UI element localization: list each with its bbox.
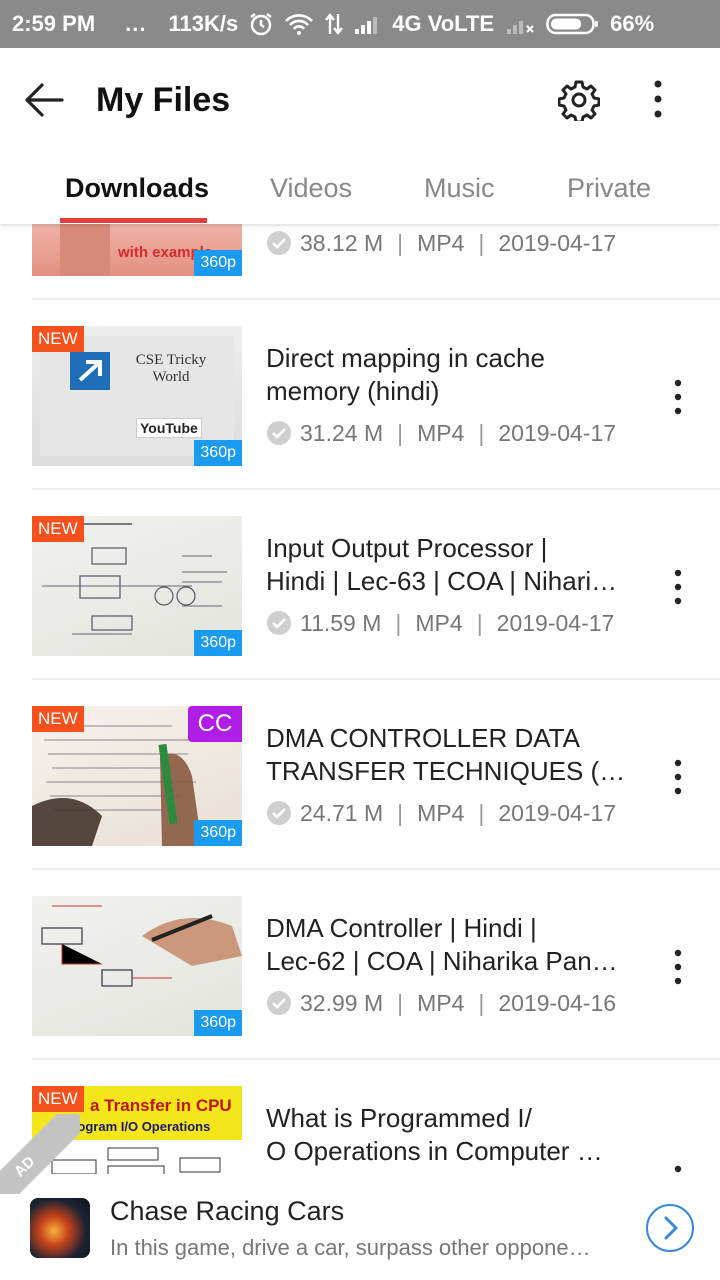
ad-title: Chase Racing Cars [110, 1196, 345, 1226]
file-meta: 24.71 M | MP4 | 2019-04-17 [266, 798, 616, 828]
list-item[interactable]: CSE Tricky World YouTube NEW 360p Direct… [0, 300, 720, 490]
more-vertical-icon [654, 80, 662, 118]
file-format: MP4 [417, 990, 465, 1016]
new-badge: NEW [32, 1086, 84, 1112]
resolution-badge: 360p [194, 250, 242, 276]
video-title: What is Programmed I/ O Operations in Co… [266, 1103, 603, 1166]
back-button[interactable] [20, 78, 68, 122]
more-options-button[interactable] [640, 76, 676, 122]
alarm-icon [248, 11, 274, 37]
gear-icon [558, 80, 600, 121]
file-format: MP4 [417, 800, 465, 826]
ad-banner[interactable]: AD Chase Racing Cars In this game, drive… [0, 1114, 720, 1280]
signal-off-icon [506, 13, 536, 35]
file-date: 2019-04-17 [498, 230, 617, 256]
signal-icon [354, 13, 382, 35]
thumbnail-sub: YouTube [136, 418, 202, 438]
new-badge: NEW [32, 516, 84, 542]
new-badge: NEW [32, 706, 84, 732]
tab-downloads[interactable]: Downloads [65, 170, 209, 206]
status-battery: 66% [610, 11, 655, 36]
video-thumbnail: NEW 360p [32, 516, 242, 656]
resolution-badge: 360p [194, 1010, 242, 1036]
video-title: Input Output Processor | Hindi | Lec-63 … [266, 533, 618, 596]
check-circle-icon [267, 611, 291, 635]
item-more-button[interactable] [662, 754, 694, 800]
more-vertical-icon [674, 759, 682, 795]
tab-music[interactable]: Music [424, 170, 495, 206]
ad-app-icon [30, 1198, 90, 1258]
file-date: 2019-04-17 [498, 420, 617, 446]
more-vertical-icon [674, 949, 682, 985]
video-thumbnail: with example 360p [32, 224, 242, 276]
file-format: MP4 [417, 230, 465, 256]
item-more-button[interactable] [662, 1160, 694, 1174]
check-circle-icon [267, 231, 291, 255]
status-network: 4G VoLTE [392, 11, 495, 36]
chevron-right-icon [664, 1216, 678, 1240]
more-vertical-icon [674, 1165, 682, 1173]
thumbnail-caption: a Transfer in CPU [90, 1096, 232, 1115]
cc-badge: CC [188, 706, 242, 742]
status-net-speed: 113K/s [168, 11, 239, 36]
resolution-badge: 360p [194, 630, 242, 656]
wifi-icon [284, 12, 314, 36]
item-more-button[interactable] [662, 374, 694, 420]
new-badge: NEW [32, 326, 84, 352]
ad-open-button[interactable] [646, 1204, 694, 1252]
arrow-left-icon [25, 83, 64, 117]
file-size: 31.24 M [300, 420, 384, 446]
list-item[interactable]: with example 360p 38.12 M | MP4 | 2019-0… [0, 224, 720, 300]
check-circle-icon [267, 421, 291, 445]
list-item[interactable]: a Transfer in CPU Program I/O Operations… [0, 1060, 720, 1174]
data-transfer-icon [324, 12, 344, 36]
list-item[interactable]: 360p DMA Controller | Hindi | Lec-62 | C… [0, 870, 720, 1060]
resolution-badge: 360p [194, 440, 242, 466]
item-more-button[interactable] [662, 944, 694, 990]
tab-indicator [60, 218, 207, 223]
file-format: MP4 [417, 420, 465, 446]
video-title: DMA CONTROLLER DATA TRANSFER TECHNIQUES … [266, 723, 626, 786]
file-date: 2019-04-16 [498, 990, 617, 1016]
file-date: 2019-04-17 [498, 800, 617, 826]
file-meta: 31.24 M | MP4 | 2019-04-17 [266, 418, 616, 448]
file-size: 24.71 M [300, 800, 384, 826]
status-dots: ... [125, 11, 147, 36]
video-title: Direct mapping in cache memory (hindi) [266, 343, 545, 406]
status-time: 2:59 PM [12, 11, 96, 36]
status-bar: 2:59 PM ... 113K/s 4G VoLTE 66% [0, 0, 720, 48]
battery-icon [546, 12, 600, 36]
file-meta: 38.12 M | MP4 | 2019-04-17 [266, 228, 616, 258]
more-vertical-icon [674, 569, 682, 605]
check-circle-icon [267, 991, 291, 1015]
file-meta: 32.99 M | MP4 | 2019-04-16 [266, 988, 616, 1018]
ad-corner-label: AD [0, 1114, 80, 1194]
resolution-badge: 360p [194, 820, 242, 846]
file-list: with example 360p 38.12 M | MP4 | 2019-0… [0, 224, 720, 1174]
video-thumbnail: NEW CC 360p [32, 706, 242, 846]
app-bar: My Files [0, 48, 720, 152]
page-title: My Files [96, 81, 231, 119]
file-size: 32.99 M [300, 990, 384, 1016]
file-date: 2019-04-17 [496, 610, 615, 636]
thumbnail-caption: CSE Tricky World [135, 352, 207, 385]
file-meta: 11.59 M | MP4 | 2019-04-17 [266, 608, 614, 638]
file-size: 11.59 M [300, 610, 382, 636]
more-vertical-icon [674, 379, 682, 415]
settings-button[interactable] [556, 78, 602, 122]
tab-bar: Downloads Videos Music Private [0, 152, 720, 224]
file-format: MP4 [415, 610, 463, 636]
ad-description: In this game, drive a car, surpass other… [110, 1235, 591, 1260]
video-thumbnail: 360p [32, 896, 242, 1036]
tab-private[interactable]: Private [567, 170, 651, 206]
list-item[interactable]: NEW CC 360p DMA CONTROLLER DATA TRANSFER… [0, 680, 720, 870]
logo-icon [70, 352, 110, 390]
item-more-button[interactable] [662, 564, 694, 610]
video-thumbnail: CSE Tricky World YouTube NEW 360p [32, 326, 242, 466]
video-title: DMA Controller | Hindi | Lec-62 | COA | … [266, 913, 618, 976]
tab-videos[interactable]: Videos [270, 170, 352, 206]
list-item[interactable]: NEW 360p Input Output Processor | Hindi … [0, 490, 720, 680]
check-circle-icon [267, 801, 291, 825]
file-size: 38.12 M [300, 230, 384, 256]
